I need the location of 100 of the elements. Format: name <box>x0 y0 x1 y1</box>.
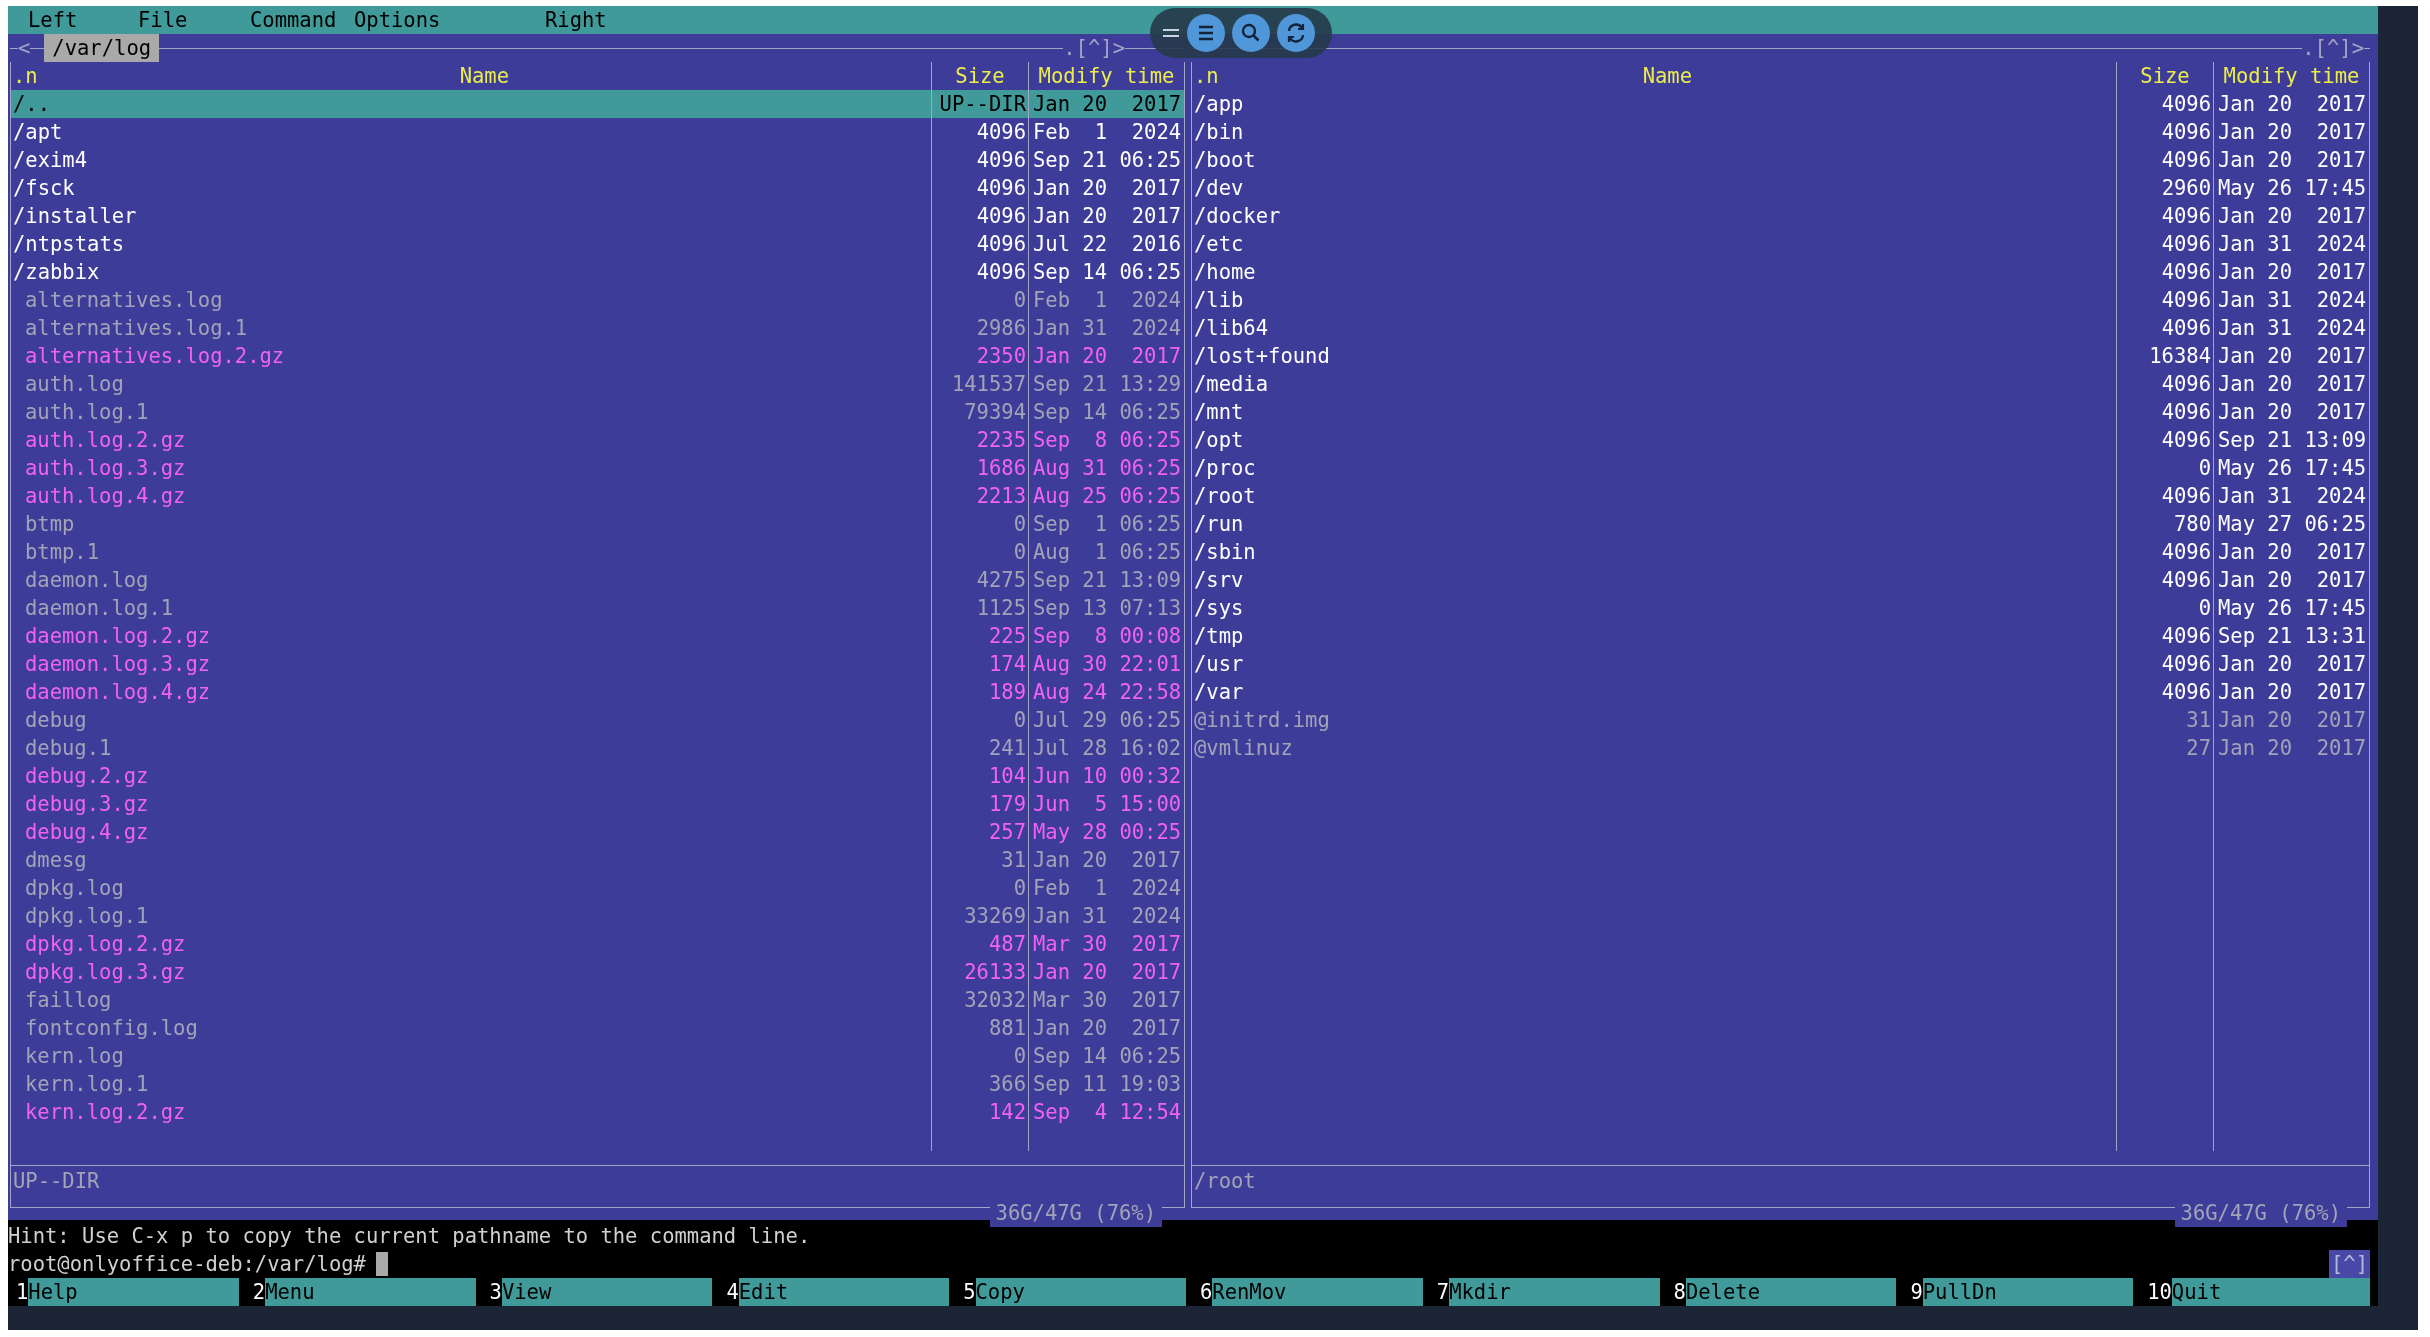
file-row[interactable]: auth.log.4.gz 2213 Aug 25 06:25 <box>11 482 1184 510</box>
file-row[interactable]: /etc 4096 Jan 31 2024 <box>1192 230 2369 258</box>
file-row[interactable]: @vmlinuz 27 Jan 20 2017 <box>1192 734 2369 762</box>
file-size: 2235 <box>976 427 1026 454</box>
function-key[interactable]: Delete <box>1685 1278 1897 1306</box>
file-row[interactable]: debug.1 241 Jul 28 16:02 <box>11 734 1184 762</box>
file-row[interactable]: /lib 4096 Jan 31 2024 <box>1192 286 2369 314</box>
function-key[interactable]: PullDn <box>1922 1278 2134 1306</box>
file-row[interactable]: daemon.log.2.gz 225 Sep 8 00:08 <box>11 622 1184 650</box>
file-row[interactable]: /run 780 May 27 06:25 <box>1192 510 2369 538</box>
file-row[interactable]: alternatives.log 0 Feb 1 2024 <box>11 286 1184 314</box>
menu-item[interactable]: File <box>129 8 197 32</box>
function-key[interactable]: RenMov <box>1212 1278 1423 1306</box>
file-row[interactable]: /app 4096 Jan 20 2017 <box>1192 90 2369 118</box>
file-row[interactable]: auth.log.3.gz 1686 Aug 31 06:25 <box>11 454 1184 482</box>
file-row[interactable]: /boot 4096 Jan 20 2017 <box>1192 146 2369 174</box>
grip-icon[interactable] <box>1162 28 1180 38</box>
function-key[interactable]: Quit <box>2171 1278 2370 1306</box>
search-icon[interactable] <box>1232 14 1270 52</box>
refresh-icon[interactable] <box>1277 14 1315 52</box>
modified-time: Sep 11 19:03 <box>1033 1071 1182 1098</box>
file-row[interactable]: @initrd.img 31 Jan 20 2017 <box>1192 706 2369 734</box>
file-row[interactable]: dpkg.log.1 33269 Jan 31 2024 <box>11 902 1184 930</box>
file-row[interactable]: /ntpstats 4096 Jul 22 2016 <box>11 230 1184 258</box>
sort-indicator[interactable]: .n <box>13 62 38 90</box>
menu-icon[interactable] <box>1187 14 1225 52</box>
file-row[interactable]: /var 4096 Jan 20 2017 <box>1192 678 2369 706</box>
file-row[interactable]: dpkg.log.3.gz 26133 Jan 20 2017 <box>11 958 1184 986</box>
column-header[interactable]: Modify time <box>2223 62 2360 90</box>
file-row[interactable]: /home 4096 Jan 20 2017 <box>1192 258 2369 286</box>
file-row[interactable]: /fsck 4096 Jan 20 2017 <box>11 174 1184 202</box>
menu-item[interactable]: Command <box>241 8 346 32</box>
scroll-marker[interactable]: .[^]> <box>1063 34 1125 62</box>
column-header[interactable]: Name <box>1642 62 1693 90</box>
column-header[interactable]: Size <box>2140 62 2190 90</box>
file-row[interactable]: /mnt 4096 Jan 20 2017 <box>1192 398 2369 426</box>
modified-time: May 26 17:45 <box>2218 455 2367 482</box>
file-row[interactable]: /root 4096 Jan 31 2024 <box>1192 482 2369 510</box>
file-row[interactable]: auth.log.2.gz 2235 Sep 8 06:25 <box>11 426 1184 454</box>
modified-time: Jan 31 2024 <box>1033 315 1182 342</box>
file-row[interactable]: auth.log.1 79394 Sep 14 06:25 <box>11 398 1184 426</box>
column-header[interactable]: Name <box>459 62 510 90</box>
file-row[interactable]: /installer 4096 Jan 20 2017 <box>11 202 1184 230</box>
file-row[interactable]: /sys 0 May 26 17:45 <box>1192 594 2369 622</box>
column-header[interactable]: Size <box>955 62 1005 90</box>
file-row[interactable]: /usr 4096 Jan 20 2017 <box>1192 650 2369 678</box>
function-key[interactable]: Copy <box>975 1278 1186 1306</box>
file-row[interactable]: btmp 0 Sep 1 06:25 <box>11 510 1184 538</box>
file-row[interactable]: /tmp 4096 Sep 21 13:31 <box>1192 622 2369 650</box>
function-key[interactable]: Menu <box>265 1278 476 1306</box>
file-row[interactable]: kern.log.1 366 Sep 11 19:03 <box>11 1070 1184 1098</box>
file-row[interactable]: kern.log.2.gz 142 Sep 4 12:54 <box>11 1098 1184 1126</box>
file-row[interactable]: alternatives.log.2.gz 2350 Jan 20 2017 <box>11 342 1184 370</box>
file-row[interactable]: alternatives.log.1 2986 Jan 31 2024 <box>11 314 1184 342</box>
file-row[interactable]: auth.log 141537 Sep 21 13:29 <box>11 370 1184 398</box>
modified-time: May 26 17:45 <box>2218 595 2367 622</box>
file-row[interactable]: dpkg.log.2.gz 487 Mar 30 2017 <box>11 930 1184 958</box>
file-row[interactable]: kern.log 0 Sep 14 06:25 <box>11 1042 1184 1070</box>
column-header[interactable]: Modify time <box>1038 62 1175 90</box>
file-row[interactable]: /media 4096 Jan 20 2017 <box>1192 370 2369 398</box>
modified-time: Jan 20 2017 <box>2218 343 2367 370</box>
file-row[interactable]: btmp.1 0 Aug 1 06:25 <box>11 538 1184 566</box>
function-key[interactable]: Help <box>28 1278 239 1306</box>
file-name: kern.log.2.gz <box>25 1099 186 1126</box>
file-row[interactable]: /proc 0 May 26 17:45 <box>1192 454 2369 482</box>
file-row[interactable]: fontconfig.log 881 Jan 20 2017 <box>11 1014 1184 1042</box>
file-row[interactable]: daemon.log 4275 Sep 21 13:09 <box>11 566 1184 594</box>
file-row[interactable]: dpkg.log 0 Feb 1 2024 <box>11 874 1184 902</box>
function-key[interactable]: Mkdir <box>1449 1278 1660 1306</box>
scroll-marker[interactable]: < <box>18 34 31 62</box>
file-row[interactable]: /dev 2960 May 26 17:45 <box>1192 174 2369 202</box>
file-row[interactable]: daemon.log.4.gz 189 Aug 24 22:58 <box>11 678 1184 706</box>
scroll-marker[interactable]: .[^]> <box>2302 34 2364 62</box>
scroll-indicator[interactable]: [^] <box>2328 1250 2370 1278</box>
file-row[interactable]: daemon.log.3.gz 174 Aug 30 22:01 <box>11 650 1184 678</box>
file-row[interactable]: /opt 4096 Sep 21 13:09 <box>1192 426 2369 454</box>
menu-item[interactable]: Left <box>19 8 87 32</box>
file-row[interactable]: /exim4 4096 Sep 21 06:25 <box>11 146 1184 174</box>
file-row[interactable]: faillog 32032 Mar 30 2017 <box>11 986 1184 1014</box>
file-row[interactable]: /lib64 4096 Jan 31 2024 <box>1192 314 2369 342</box>
file-row[interactable]: /bin 4096 Jan 20 2017 <box>1192 118 2369 146</box>
file-row[interactable]: dmesg 31 Jan 20 2017 <box>11 846 1184 874</box>
sort-indicator[interactable]: .n <box>1194 62 1219 90</box>
function-key[interactable]: Edit <box>738 1278 950 1306</box>
file-row[interactable]: /zabbix 4096 Sep 14 06:25 <box>11 258 1184 286</box>
modified-time: Jan 20 2017 <box>1033 203 1182 230</box>
file-row[interactable]: /srv 4096 Jan 20 2017 <box>1192 566 2369 594</box>
menu-item[interactable]: Options <box>345 8 450 32</box>
file-row[interactable]: /docker 4096 Jan 20 2017 <box>1192 202 2369 230</box>
file-row[interactable]: debug.4.gz 257 May 28 00:25 <box>11 818 1184 846</box>
file-row[interactable]: /apt 4096 Feb 1 2024 <box>11 118 1184 146</box>
file-row[interactable]: /.. UP--DIR Jan 20 2017 <box>11 90 1184 118</box>
file-row[interactable]: debug.3.gz 179 Jun 5 15:00 <box>11 790 1184 818</box>
file-row[interactable]: /lost+found 16384 Jan 20 2017 <box>1192 342 2369 370</box>
file-row[interactable]: debug 0 Jul 29 06:25 <box>11 706 1184 734</box>
file-row[interactable]: debug.2.gz 104 Jun 10 00:32 <box>11 762 1184 790</box>
file-row[interactable]: daemon.log.1 1125 Sep 13 07:13 <box>11 594 1184 622</box>
file-row[interactable]: /sbin 4096 Jan 20 2017 <box>1192 538 2369 566</box>
function-key[interactable]: View <box>501 1278 713 1306</box>
menu-item[interactable]: Right <box>536 8 616 32</box>
